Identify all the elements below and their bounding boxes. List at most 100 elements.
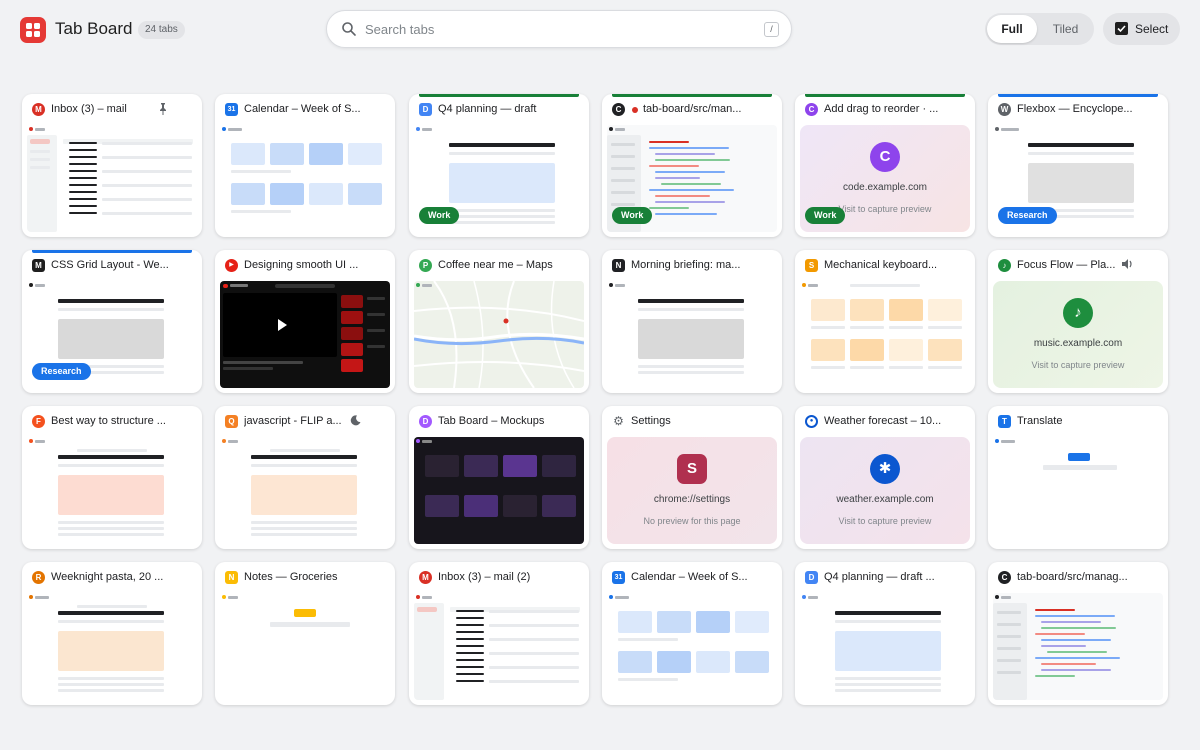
- tab-title: Morning briefing: ma...: [631, 259, 741, 271]
- view-toggle: Full Tiled: [985, 13, 1094, 45]
- tab-card[interactable]: M Inbox (3) – mail (2): [409, 562, 589, 705]
- tab-card[interactable]: F Best way to structure ...: [22, 406, 202, 549]
- tab-title: Flexbox — Encyclope...: [1017, 103, 1133, 115]
- tab-card[interactable]: M CSS Grid Layout - We... Research: [22, 250, 202, 393]
- tab-title: tab-board/src/man...: [643, 103, 742, 115]
- tab-preview: [414, 281, 584, 388]
- view-full-button[interactable]: Full: [987, 15, 1037, 43]
- tab-preview: [993, 593, 1163, 700]
- select-button[interactable]: Select: [1103, 13, 1180, 45]
- tab-title: Inbox (3) – mail: [51, 103, 127, 115]
- shop-icon: S: [805, 259, 818, 272]
- recipe-site-icon: R: [32, 571, 45, 584]
- tab-card[interactable]: ⚙ Settings S chrome://settings No previe…: [602, 406, 782, 549]
- tab-card[interactable]: ▶ Designing smooth UI ...: [215, 250, 395, 393]
- favicon-icon: M: [32, 103, 45, 116]
- tab-card[interactable]: C Add drag to reorder · ... C code.examp…: [795, 94, 975, 237]
- tab-card[interactable]: S Mechanical keyboard...: [795, 250, 975, 393]
- tab-preview: [220, 125, 390, 232]
- app-logo-icon: [20, 17, 46, 43]
- tab-card[interactable]: R Weeknight pasta, 20 ...: [22, 562, 202, 705]
- tab-card[interactable]: ● Weather forecast – 10... ✱ weather.exa…: [795, 406, 975, 549]
- preview-placeholder: ♪ music.example.com Visit to capture pre…: [993, 281, 1163, 388]
- tab-card[interactable]: W Flexbox — Encyclope... Research: [988, 94, 1168, 237]
- tab-preview: [27, 593, 197, 700]
- tab-preview: [220, 593, 390, 700]
- tab-card[interactable]: 31 Calendar – Week of S...: [602, 562, 782, 705]
- group-stripe: [612, 94, 772, 97]
- news-icon: N: [612, 259, 625, 272]
- tab-card[interactable]: P Coffee near me – Maps: [409, 250, 589, 393]
- tab-title: Tab Board – Mockups: [438, 415, 545, 427]
- group-label-work[interactable]: Work: [612, 207, 653, 224]
- search-shortcut-hint: /: [764, 22, 779, 37]
- checkbox-icon: [1115, 22, 1128, 35]
- group-label-work[interactable]: Work: [805, 207, 846, 224]
- tab-card[interactable]: C tab-board/src/man... Work: [602, 94, 782, 237]
- weather-icon: ●: [805, 415, 818, 428]
- preview-hint: No preview for this page: [643, 516, 741, 526]
- group-label-research[interactable]: Research: [32, 363, 91, 380]
- code-icon: C: [998, 571, 1011, 584]
- tab-card[interactable]: D Q4 planning — draft ...: [795, 562, 975, 705]
- tab-title: tab-board/src/manag...: [1017, 571, 1128, 583]
- tab-preview: [220, 437, 390, 544]
- calendar-icon: 31: [225, 103, 238, 116]
- search-input[interactable]: [365, 18, 745, 40]
- tab-preview: [414, 593, 584, 700]
- speaker-icon[interactable]: [1122, 259, 1134, 273]
- search-box[interactable]: /: [326, 10, 792, 48]
- qa-site-icon: Q: [225, 415, 238, 428]
- tab-card[interactable]: ♪ Focus Flow — Pla... ♪ music.example.co…: [988, 250, 1168, 393]
- tab-preview: [607, 593, 777, 700]
- group-label-research[interactable]: Research: [998, 207, 1057, 224]
- tab-card[interactable]: N Morning briefing: ma...: [602, 250, 782, 393]
- tab-title: Weather forecast – 10...: [824, 415, 942, 427]
- tab-card[interactable]: D Q4 planning — draft Work: [409, 94, 589, 237]
- site-domain: code.example.com: [843, 182, 927, 193]
- code-icon: C: [612, 103, 625, 116]
- tab-title: Calendar – Week of S...: [244, 103, 361, 115]
- translate-icon: T: [998, 415, 1011, 428]
- site-domain: chrome://settings: [653, 494, 731, 505]
- map-pin-icon[interactable]: [503, 318, 509, 324]
- app-title: Tab Board: [55, 19, 133, 38]
- moon-icon[interactable]: [350, 415, 361, 430]
- tab-preview: [800, 593, 970, 700]
- preview-hint: Visit to capture preview: [1031, 360, 1125, 370]
- search-icon: [342, 22, 356, 36]
- group-label-work[interactable]: Work: [419, 207, 460, 224]
- tab-title: Q4 planning — draft ...: [824, 571, 935, 583]
- weather-sun-icon: ✱: [870, 454, 900, 484]
- preview-hint: Visit to capture preview: [838, 516, 932, 526]
- select-label: Select: [1135, 22, 1169, 36]
- favicon-icon: C: [805, 103, 818, 116]
- tab-title: Add drag to reorder · ...: [824, 103, 939, 115]
- pin-icon[interactable]: [158, 103, 168, 119]
- tab-title: Coffee near me – Maps: [438, 259, 553, 271]
- notes-icon: N: [225, 571, 238, 584]
- group-stripe: [805, 94, 965, 97]
- view-tiled-button[interactable]: Tiled: [1039, 15, 1092, 43]
- tab-card[interactable]: Q javascript - FLIP a...: [215, 406, 395, 549]
- site-avatar-icon: C: [870, 142, 900, 172]
- settings-globe-icon: ⚙: [613, 414, 624, 428]
- tab-card[interactable]: M Inbox (3) – mail: [22, 94, 202, 237]
- tab-title: Focus Flow — Pla...: [1017, 259, 1116, 271]
- tab-card[interactable]: C tab-board/src/manag...: [988, 562, 1168, 705]
- tab-card[interactable]: T Translate: [988, 406, 1168, 549]
- group-stripe: [32, 250, 192, 253]
- docs-icon: D: [419, 103, 432, 116]
- tab-card[interactable]: D Tab Board – Mockups: [409, 406, 589, 549]
- video-site-icon: ▶: [225, 259, 238, 272]
- play-icon[interactable]: [278, 319, 287, 331]
- tab-preview: [220, 281, 390, 388]
- tab-card[interactable]: N Notes — Groceries: [215, 562, 395, 705]
- tab-count-badge: 24 tabs: [138, 21, 185, 39]
- tab-title: Calendar – Week of S...: [631, 571, 748, 583]
- tab-title: Q4 planning — draft: [438, 103, 537, 115]
- calendar-icon: 31: [612, 571, 625, 584]
- tab-title: Designing smooth UI ...: [244, 259, 359, 271]
- map-view[interactable]: [414, 281, 584, 388]
- tab-card[interactable]: 31 Calendar – Week of S...: [215, 94, 395, 237]
